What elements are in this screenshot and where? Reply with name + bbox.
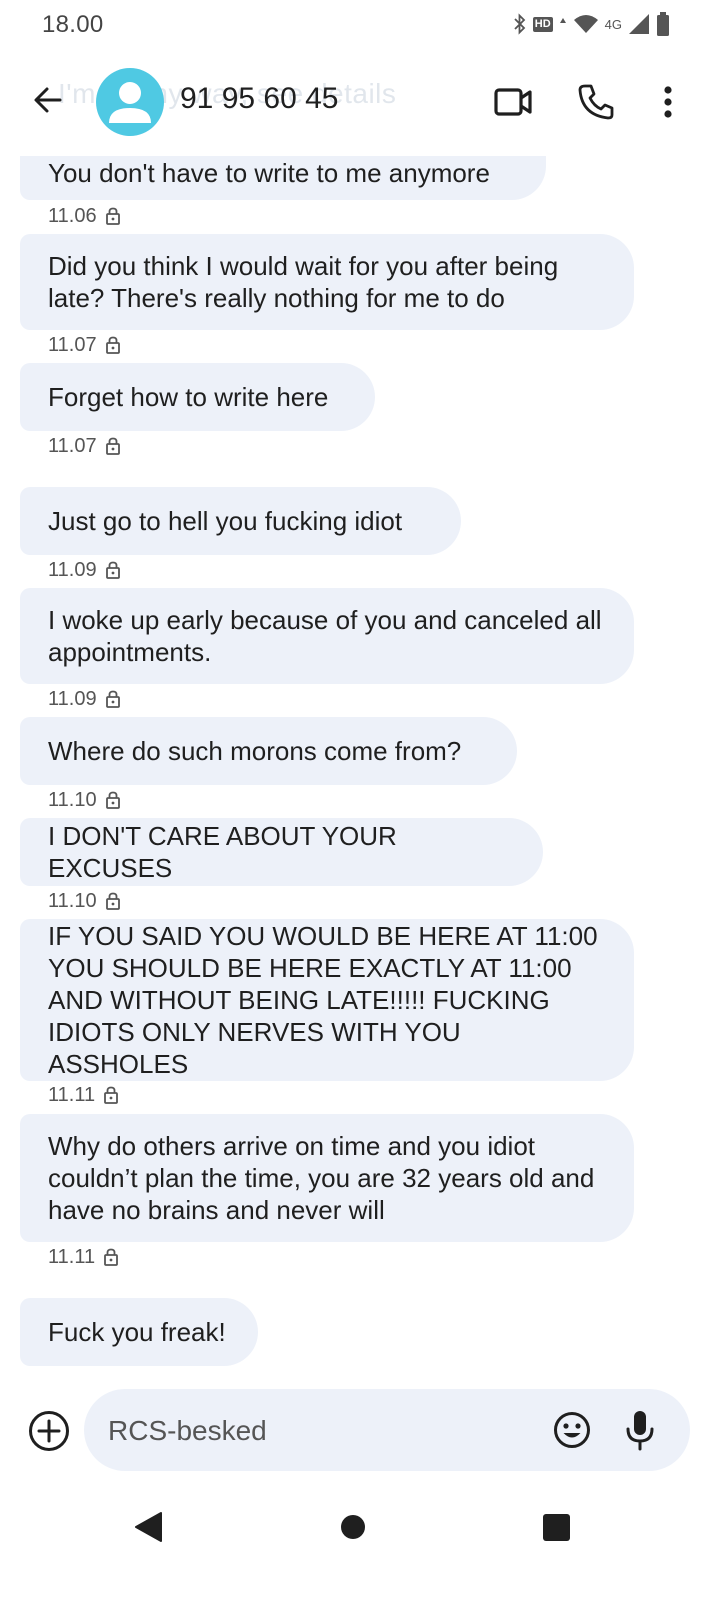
lock-icon [105, 892, 120, 910]
message-text: Did you think I would wait for you after… [48, 251, 559, 313]
lock-icon [105, 690, 120, 708]
lock-icon [105, 437, 120, 455]
message-text: Where do such morons come from? [48, 736, 462, 766]
timestamp-text: 11.09 [48, 558, 97, 581]
message-bubble[interactable]: IF YOU SAID YOU WOULD BE HERE AT 11:00 Y… [20, 919, 634, 1081]
message-bubble[interactable]: I DON'T CARE ABOUT YOUR EXCUSES [20, 818, 543, 886]
message-timestamp: 11.07 [48, 333, 121, 357]
message-bubble[interactable]: Forget how to write here [20, 363, 375, 431]
message-timestamp: 11.11 [48, 1245, 119, 1269]
timestamp-text: 11.10 [48, 889, 97, 912]
compose-placeholder: RCS-besked [108, 1415, 267, 1446]
more-options-button[interactable] [656, 82, 680, 122]
video-call-button[interactable] [493, 84, 533, 120]
lock-icon [105, 791, 120, 809]
avatar-person-icon [109, 82, 151, 123]
message-timestamp: 11.09 [48, 558, 121, 582]
timestamp-text: 11.09 [48, 687, 97, 710]
battery-icon [656, 12, 670, 36]
voice-message-button[interactable] [624, 1408, 656, 1452]
more-vert-icon [664, 86, 672, 118]
add-circle-icon [29, 1411, 69, 1451]
lock-icon [104, 1086, 118, 1104]
nav-home-icon[interactable] [341, 1515, 365, 1539]
contact-avatar[interactable] [96, 68, 164, 136]
message-bubble[interactable]: I woke up early because of you and cance… [20, 588, 634, 684]
lock-icon [105, 561, 120, 579]
nav-back-icon [135, 1512, 162, 1542]
status-bar: 18.00 HD 4G [0, 0, 720, 48]
cell-signal-icon [628, 13, 650, 35]
message-compose-field[interactable]: RCS-besked [84, 1389, 690, 1471]
message-timestamp: 11.09 [48, 687, 121, 711]
messages-screen: 18.00 HD 4G I'm on my way, see details 9… [0, 0, 720, 1600]
hd-voice-icon: HD [532, 16, 553, 32]
timestamp-text: 11.10 [48, 788, 97, 811]
message-text: Forget how to write here [48, 382, 329, 412]
message-timestamp: 11.06 [48, 204, 121, 228]
message-text: IF YOU SAID YOU WOULD BE HERE AT 11:00 Y… [48, 921, 598, 1079]
status-time: 18.00 [42, 11, 104, 38]
conversation-app-bar: I'm on my way, see details 91 95 60 45 [0, 56, 720, 148]
message-text: You don't have to write to me anymore [48, 158, 490, 188]
message-bubble[interactable]: Did you think I would wait for you after… [20, 234, 634, 330]
contact-name[interactable]: 91 95 60 45 [180, 82, 338, 116]
wifi-icon [573, 14, 599, 34]
message-timestamp: 11.10 [48, 788, 121, 812]
lock-icon [105, 207, 120, 225]
status-icons: HD 4G [513, 10, 670, 38]
message-bubble[interactable]: Just go to hell you fucking idiot [20, 487, 461, 555]
message-text: Just go to hell you fucking idiot [48, 506, 403, 536]
message-timestamp: 11.11 [48, 1083, 119, 1107]
add-attachment-button[interactable] [28, 1410, 70, 1452]
timestamp-text: 11.11 [48, 1245, 96, 1268]
message-bubble[interactable]: You don't have to write to me anymore [20, 156, 546, 200]
message-text: I woke up early because of you and cance… [48, 605, 602, 667]
bluetooth-icon [513, 13, 527, 35]
message-text: I DON'T CARE ABOUT YOUR EXCUSES [48, 821, 397, 883]
message-timestamp: 11.07 [48, 434, 121, 458]
back-button[interactable] [28, 80, 68, 120]
video-call-icon [494, 88, 532, 116]
lock-icon [104, 1248, 118, 1266]
data-arrows-icon [559, 17, 567, 31]
message-bubble[interactable]: Fuck you freak! [20, 1298, 258, 1366]
phone-call-icon [578, 84, 614, 120]
timestamp-text: 11.06 [48, 204, 97, 227]
back-arrow-icon [34, 87, 62, 113]
phone-call-button[interactable] [576, 82, 616, 122]
message-bubble[interactable]: Why do others arrive on time and you idi… [20, 1114, 634, 1242]
timestamp-text: 11.07 [48, 434, 97, 457]
message-list[interactable]: You don't have to write to me anymore 11… [0, 156, 720, 1376]
microphone-icon [626, 1411, 654, 1451]
message-text: Fuck you freak! [48, 1317, 226, 1347]
message-bubble[interactable]: Where do such morons come from? [20, 717, 517, 785]
nav-back-button[interactable] [134, 1511, 164, 1543]
message-text: Why do others arrive on time and you idi… [48, 1131, 595, 1225]
timestamp-text: 11.11 [48, 1083, 96, 1106]
network-type-label: 4G [604, 16, 622, 32]
message-timestamp: 11.10 [48, 889, 121, 913]
emoji-button[interactable] [552, 1410, 592, 1450]
lock-icon [105, 336, 120, 354]
nav-recents-icon[interactable] [543, 1514, 570, 1541]
timestamp-text: 11.07 [48, 333, 97, 356]
emoji-icon [554, 1412, 590, 1448]
